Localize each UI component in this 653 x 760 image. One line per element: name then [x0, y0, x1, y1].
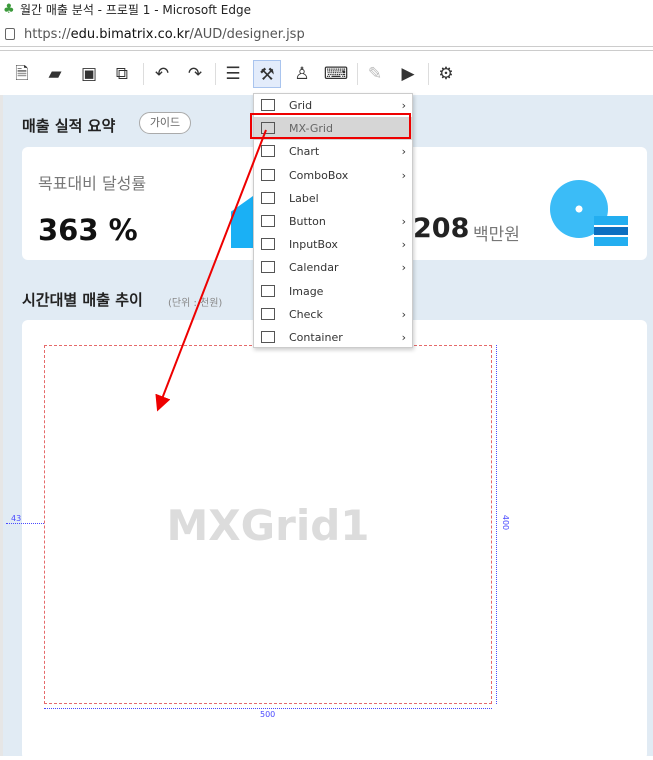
edit-icon[interactable]: ✎	[361, 60, 389, 88]
new-document-icon[interactable]: 🗎	[8, 60, 36, 88]
dim-height: 400	[501, 514, 511, 531]
menu-item-calendar[interactable]: Calendar ›	[254, 256, 412, 279]
menu-item-chart[interactable]: Chart ›	[254, 140, 412, 163]
address-bar[interactable]: https://edu.bimatrix.co.kr/AUD/designer.…	[0, 22, 653, 47]
menu-item-inputbox[interactable]: InputBox ›	[254, 233, 412, 256]
chevron-right-icon: ›	[401, 238, 406, 252]
menu-item-label: Container	[289, 330, 343, 344]
chevron-right-icon: ›	[401, 214, 406, 228]
menu-item-check[interactable]: Check ›	[254, 303, 412, 326]
highlight-box	[250, 113, 411, 139]
chevron-right-icon: ›	[401, 261, 406, 275]
check-icon	[261, 307, 275, 320]
tools-icon[interactable]: ⚒	[253, 60, 281, 88]
mxgrid-component[interactable]: MXGrid1	[44, 345, 492, 704]
url-host: edu.bimatrix.co.kr	[70, 27, 190, 42]
menu-item-label: Chart	[289, 145, 320, 159]
save-icon[interactable]: ▣	[75, 60, 103, 88]
database-icon[interactable]: ☰	[219, 60, 247, 88]
kpi-label: 목표대비 달성률	[38, 174, 147, 193]
chevron-right-icon: ›	[401, 330, 406, 344]
edge-profile-icon: ♣	[3, 2, 15, 17]
chevron-right-icon: ›	[401, 307, 406, 321]
combobox-icon	[261, 168, 275, 181]
open-folder-icon[interactable]: ▰	[41, 60, 69, 88]
save-all-icon[interactable]: ⧉	[108, 60, 136, 88]
chevron-right-icon: ›	[401, 145, 406, 159]
menu-item-label[interactable]: Label	[254, 187, 412, 210]
button-icon	[261, 214, 275, 227]
trend-unit: (단위 : 천원)	[168, 298, 223, 309]
menu-item-image[interactable]: Image	[254, 280, 412, 303]
window-title: 월간 매출 분석 - 프로필 1 - Microsoft Edge	[20, 3, 251, 17]
container-icon	[261, 330, 275, 343]
menu-item-label: Check	[289, 307, 323, 321]
label-icon	[261, 191, 275, 204]
kpi-value: 363 %	[38, 213, 138, 247]
summary-title: 매출 실적 요약	[22, 117, 116, 135]
menu-item-container[interactable]: Container ›	[254, 326, 412, 349]
hierarchy-icon[interactable]: ♙	[288, 60, 316, 88]
mxgrid-name: MXGrid1	[166, 501, 370, 550]
menu-item-label: Image	[289, 284, 324, 298]
inputbox-icon	[261, 238, 275, 251]
window-title-bar: ♣ 월간 매출 분석 - 프로필 1 - Microsoft Edge	[0, 0, 653, 21]
kpi2-value: 208	[413, 213, 470, 244]
menu-item-label: Button	[289, 214, 326, 228]
menu-item-label: Grid	[289, 99, 313, 112]
guide-button[interactable]: 가이드	[139, 112, 191, 134]
url-prefix: https://	[24, 27, 71, 42]
menu-item-combobox[interactable]: ComboBox ›	[254, 164, 412, 187]
undo-icon[interactable]: ↶	[148, 60, 176, 88]
lock-icon	[5, 28, 15, 40]
stack-icon	[594, 216, 628, 246]
menu-item-label: InputBox	[289, 238, 338, 252]
menu-item-button[interactable]: Button ›	[254, 210, 412, 233]
designer-toolbar: 🗎 ▰ ▣ ⧉ ↶ ↷ ☰ ⚒ ♙ ⌨ ✎ ▶ ⚙	[0, 50, 653, 94]
run-icon[interactable]: ▶	[394, 60, 422, 88]
calendar-icon	[261, 261, 275, 274]
redo-icon[interactable]: ↷	[181, 60, 209, 88]
dim-width: 500	[260, 710, 276, 719]
dim-left: 43	[11, 514, 22, 523]
kpi2-unit: 백만원	[473, 225, 520, 245]
menu-item-label: Calendar	[289, 261, 339, 275]
chevron-right-icon: ›	[401, 168, 406, 182]
menu-item-label: ComboBox	[289, 168, 349, 182]
url-path: /AUD/designer.jsp	[189, 27, 305, 42]
trend-title: 시간대별 매출 추이	[22, 291, 143, 309]
chart-icon	[261, 145, 275, 158]
grid-icon	[261, 99, 275, 111]
code-view-icon[interactable]: ⌨	[322, 60, 350, 88]
settings-icon[interactable]: ⚙	[432, 60, 460, 88]
image-icon	[261, 284, 275, 297]
menu-item-label: Label	[289, 191, 319, 205]
